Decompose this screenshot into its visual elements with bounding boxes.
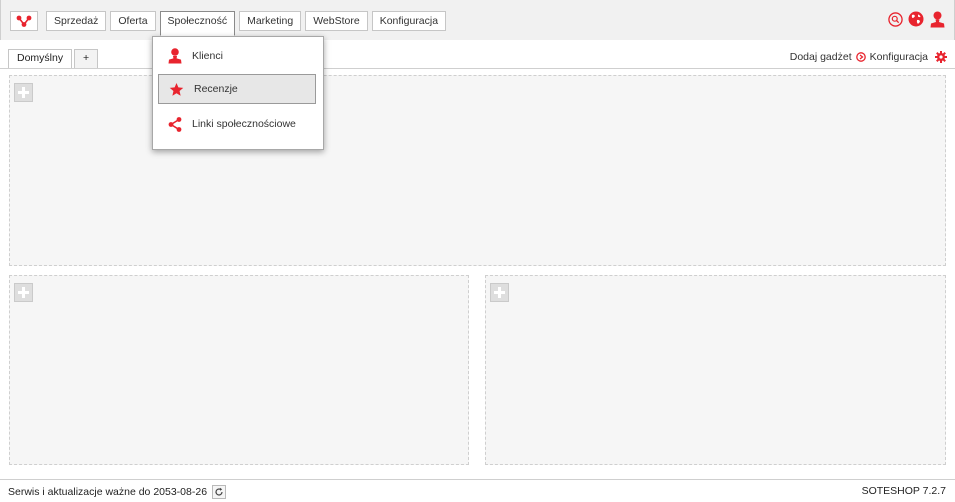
- user-icon: [168, 48, 182, 64]
- dashboard-tabbar: Domyślny + Dodaj gadżet Konfiguracja: [0, 40, 955, 69]
- add-tab-button[interactable]: +: [74, 49, 99, 68]
- menu-sprzedaz[interactable]: Sprzedaż: [46, 11, 107, 31]
- gadget-zone-bottom-left: [9, 275, 469, 465]
- top-navigation-bar: Sprzedaż Oferta Społeczność Marketing We…: [0, 0, 955, 41]
- dashboard-actions: Dodaj gadżet Konfiguracja: [790, 51, 947, 63]
- circle-arrow-icon[interactable]: [855, 52, 866, 62]
- menu-spolecznosc[interactable]: Społeczność: [159, 11, 236, 36]
- add-gadget-button[interactable]: [14, 283, 33, 302]
- spolecznosc-dropdown-menu: Klienci Recenzje Linki społecznościowe: [152, 36, 324, 150]
- status-footer: Serwis i aktualizacje ważne do 2053-08-2…: [0, 479, 955, 502]
- top-right-icons: [887, 11, 945, 27]
- plus-icon: [494, 287, 505, 298]
- plus-icon: [18, 87, 29, 98]
- add-gadget-button[interactable]: [14, 83, 33, 102]
- refresh-icon: [215, 487, 223, 496]
- menu-item-label: Linki społecznościowe: [192, 118, 296, 130]
- menu-item-label: Klienci: [192, 50, 223, 62]
- main-menu: Sprzedaż Oferta Społeczność Marketing We…: [46, 11, 447, 36]
- app-version: SOTESHOP 7.2.7: [861, 485, 946, 497]
- menu-marketing[interactable]: Marketing: [239, 11, 302, 31]
- app-logo-button[interactable]: [10, 11, 38, 31]
- add-gadget-link[interactable]: Dodaj gadżet: [790, 51, 852, 63]
- star-icon: [169, 82, 184, 96]
- tab-domyslny[interactable]: Domyślny: [8, 49, 73, 68]
- menu-item-label: Recenzje: [194, 83, 238, 95]
- license-text: Serwis i aktualizacje ważne do 2053-08-2…: [8, 486, 208, 498]
- menu-item-recenzje[interactable]: Recenzje: [158, 74, 316, 104]
- menu-webstore[interactable]: WebStore: [305, 11, 368, 31]
- logo-icon: [16, 15, 32, 27]
- menu-konfiguracja[interactable]: Konfiguracja: [371, 11, 447, 31]
- globe-icon[interactable]: [908, 11, 924, 27]
- menu-item-linki-spolecznosciowe[interactable]: Linki społecznościowe: [158, 109, 316, 139]
- add-gadget-button[interactable]: [490, 283, 509, 302]
- plus-icon: [18, 287, 29, 298]
- share-icon: [168, 116, 182, 132]
- user-account-icon[interactable]: [929, 11, 945, 27]
- menu-item-klienci[interactable]: Klienci: [158, 41, 316, 71]
- gadget-zone-bottom-right: [485, 275, 946, 465]
- gear-icon[interactable]: [935, 51, 947, 63]
- menu-oferta[interactable]: Oferta: [110, 11, 156, 31]
- configuration-link[interactable]: Konfiguracja: [870, 51, 928, 63]
- gadget-zone-top: [9, 75, 946, 266]
- refresh-button[interactable]: [212, 485, 227, 499]
- footer-license-info: Serwis i aktualizacje ważne do 2053-08-2…: [8, 485, 227, 499]
- search-icon[interactable]: [887, 11, 903, 27]
